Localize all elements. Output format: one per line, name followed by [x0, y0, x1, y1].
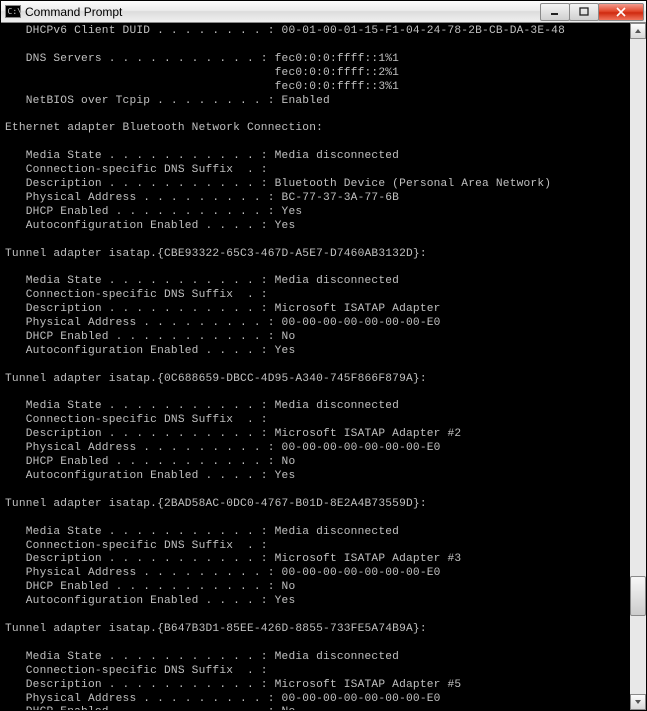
- titlebar[interactable]: C:\ Command Prompt: [1, 1, 646, 23]
- window-title: Command Prompt: [25, 5, 541, 19]
- scrollbar-thumb[interactable]: [630, 576, 646, 616]
- scroll-down-button[interactable]: [630, 694, 646, 710]
- terminal-output[interactable]: DHCPv6 Client DUID . . . . . . . . : 00-…: [1, 23, 630, 710]
- scrollbar-track[interactable]: [630, 39, 646, 694]
- content-area: DHCPv6 Client DUID . . . . . . . . : 00-…: [1, 23, 646, 710]
- vertical-scrollbar[interactable]: [630, 23, 646, 710]
- svg-text:C:\: C:\: [8, 7, 22, 16]
- command-prompt-window: C:\ Command Prompt DHCPv6 Client DUID . …: [0, 0, 647, 711]
- window-buttons: [541, 3, 644, 21]
- close-button[interactable]: [598, 3, 644, 21]
- minimize-button[interactable]: [540, 3, 570, 21]
- scroll-up-button[interactable]: [630, 23, 646, 39]
- maximize-button[interactable]: [569, 3, 599, 21]
- cmd-icon: C:\: [5, 4, 21, 20]
